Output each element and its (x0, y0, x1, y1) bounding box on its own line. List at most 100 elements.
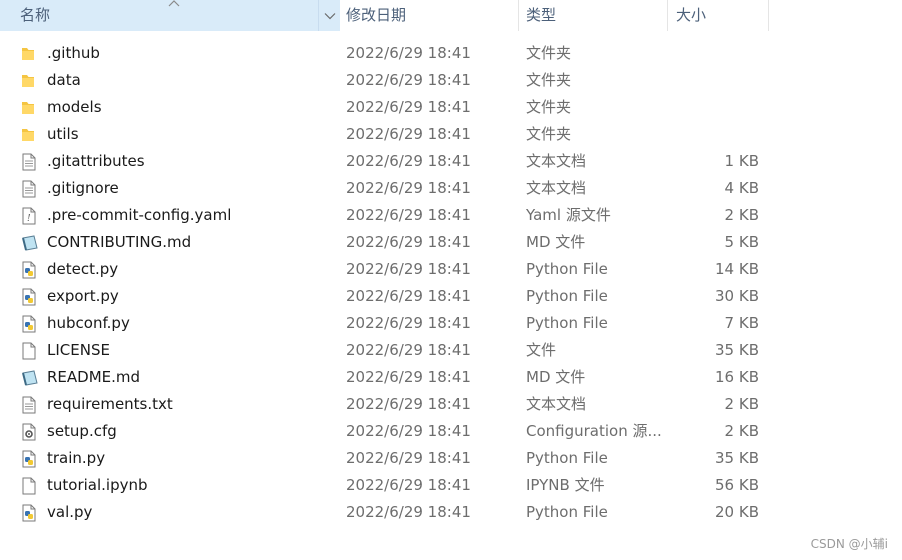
file-name: export.py (47, 287, 119, 305)
text-file-icon (21, 175, 41, 202)
file-size (668, 67, 759, 94)
file-type: 文件夹 (526, 71, 572, 89)
file-modified-date: 2022/6/29 18:41 (346, 449, 471, 467)
file-name: LICENSE (47, 341, 110, 359)
folder-icon (21, 40, 41, 67)
file-modified-date: 2022/6/29 18:41 (346, 422, 471, 440)
file-row[interactable]: val.py 2022/6/29 18:41 Python File 20 KB (0, 499, 780, 526)
file-row[interactable]: README.md 2022/6/29 18:41 MD 文件 16 KB (0, 364, 780, 391)
file-size: 56 KB (715, 476, 759, 494)
python-file-icon (21, 283, 41, 310)
file-modified-date: 2022/6/29 18:41 (346, 179, 471, 197)
column-header-type[interactable]: 类型 (520, 0, 668, 31)
python-file-icon (21, 310, 41, 337)
markdown-file-icon (21, 364, 41, 391)
file-row[interactable]: detect.py 2022/6/29 18:41 Python File 14… (0, 256, 780, 283)
file-row[interactable]: hubconf.py 2022/6/29 18:41 Python File 7… (0, 310, 780, 337)
file-list: .github 2022/6/29 18:41 文件夹 data 2022/6/… (0, 40, 902, 526)
file-row[interactable]: requirements.txt 2022/6/29 18:41 文本文档 2 … (0, 391, 780, 418)
file-type: 文件 (526, 341, 557, 359)
watermark: CSDN @小辅i (810, 537, 888, 551)
file-row[interactable]: utils 2022/6/29 18:41 文件夹 (0, 121, 780, 148)
file-name: README.md (47, 368, 141, 386)
file-name: data (47, 71, 81, 89)
sort-ascending-icon (168, 0, 180, 7)
file-name: val.py (47, 503, 93, 521)
file-row[interactable]: CONTRIBUTING.md 2022/6/29 18:41 MD 文件 5 … (0, 229, 780, 256)
file-type: 文件夹 (526, 98, 572, 116)
file-row[interactable]: train.py 2022/6/29 18:41 Python File 35 … (0, 445, 780, 472)
file-size: 30 KB (715, 287, 759, 305)
file-modified-date: 2022/6/29 18:41 (346, 152, 471, 170)
file-modified-date: 2022/6/29 18:41 (346, 368, 471, 386)
file-name: models (47, 98, 102, 116)
text-file-icon (21, 148, 41, 175)
column-divider[interactable] (768, 0, 769, 31)
file-size: 7 KB (724, 314, 759, 332)
file-row[interactable]: .gitignore 2022/6/29 18:41 文本文档 4 KB (0, 175, 780, 202)
file-size: 2 KB (724, 395, 759, 413)
file-name: CONTRIBUTING.md (47, 233, 192, 251)
file-modified-date: 2022/6/29 18:41 (346, 503, 471, 521)
file-size: 35 KB (715, 449, 759, 467)
svg-text:!: ! (27, 214, 31, 224)
column-divider[interactable] (518, 0, 519, 31)
file-row[interactable]: .gitattributes 2022/6/29 18:41 文本文档 1 KB (0, 148, 780, 175)
file-row[interactable]: LICENSE 2022/6/29 18:41 文件 35 KB (0, 337, 780, 364)
file-type: 文件夹 (526, 44, 572, 62)
file-size: 16 KB (715, 368, 759, 386)
column-header-name-label: 名称 (20, 6, 51, 24)
file-type: Python File (526, 503, 608, 521)
file-type: Yaml 源文件 (526, 206, 611, 224)
file-row[interactable]: .github 2022/6/29 18:41 文件夹 (0, 40, 780, 67)
file-row[interactable]: tutorial.ipynb 2022/6/29 18:41 IPYNB 文件 … (0, 472, 780, 499)
file-name: train.py (47, 449, 106, 467)
file-modified-date: 2022/6/29 18:41 (346, 98, 471, 116)
file-modified-date: 2022/6/29 18:41 (346, 125, 471, 143)
file-row[interactable]: setup.cfg 2022/6/29 18:41 Configuration … (0, 418, 780, 445)
file-modified-date: 2022/6/29 18:41 (346, 314, 471, 332)
file-modified-date: 2022/6/29 18:41 (346, 287, 471, 305)
file-size: 1 KB (724, 152, 759, 170)
file-name: .github (47, 44, 100, 62)
file-size (668, 94, 759, 121)
column-header-size[interactable]: 大小 (668, 0, 768, 31)
file-size: 14 KB (715, 260, 759, 278)
column-dropdown-button[interactable] (318, 0, 340, 31)
file-row[interactable]: ! .pre-commit-config.yaml 2022/6/29 18:4… (0, 202, 780, 229)
file-type: Python File (526, 314, 608, 332)
file-type: Python File (526, 449, 608, 467)
python-file-icon (21, 256, 41, 283)
column-header-date[interactable]: 修改日期 (340, 0, 520, 31)
chevron-down-icon (324, 12, 335, 19)
file-type: Configuration 源... (526, 422, 662, 440)
folder-icon (21, 94, 41, 121)
yaml-file-icon: ! (21, 202, 41, 229)
file-name: tutorial.ipynb (47, 476, 148, 494)
file-size: 20 KB (715, 503, 759, 521)
file-size: 2 KB (724, 422, 759, 440)
file-size: 2 KB (724, 206, 759, 224)
file-modified-date: 2022/6/29 18:41 (346, 233, 471, 251)
file-modified-date: 2022/6/29 18:41 (346, 341, 471, 359)
blank-file-icon (21, 337, 41, 364)
file-name: utils (47, 125, 79, 143)
file-row[interactable]: models 2022/6/29 18:41 文件夹 (0, 94, 780, 121)
file-name: .gitignore (47, 179, 119, 197)
file-row[interactable]: data 2022/6/29 18:41 文件夹 (0, 67, 780, 94)
column-header-size-label: 大小 (676, 6, 707, 24)
column-header-type-label: 类型 (526, 6, 557, 24)
file-type: 文件夹 (526, 125, 572, 143)
file-size: 4 KB (724, 179, 759, 197)
config-file-icon (21, 418, 41, 445)
file-type: 文本文档 (526, 152, 587, 170)
file-type: MD 文件 (526, 233, 586, 251)
file-name: .pre-commit-config.yaml (47, 206, 232, 224)
file-size (668, 121, 759, 148)
file-size: 5 KB (724, 233, 759, 251)
folder-icon (21, 67, 41, 94)
markdown-file-icon (21, 229, 41, 256)
folder-icon (21, 121, 41, 148)
file-row[interactable]: export.py 2022/6/29 18:41 Python File 30… (0, 283, 780, 310)
python-file-icon (21, 499, 41, 526)
